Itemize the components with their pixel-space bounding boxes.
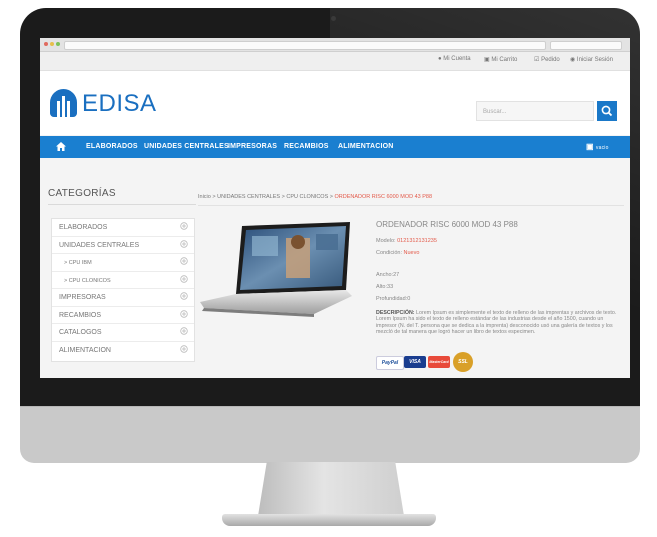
category-list: ELABORADOS UNIDADES CENTRALES > CPU IBM … <box>51 218 195 362</box>
category-label: CATALOGOS <box>59 329 102 336</box>
account-link[interactable]: ● Mi Cuenta <box>438 56 471 62</box>
camera-icon <box>331 16 336 21</box>
category-label: ALIMENTACION <box>59 346 111 354</box>
plus-circle-icon[interactable] <box>180 239 188 248</box>
minimize-window-icon[interactable] <box>50 42 54 46</box>
product-height: Alto:33 <box>376 284 394 290</box>
category-label: > CPU CLONICOS <box>64 277 111 284</box>
plus-circle-icon[interactable] <box>180 274 188 283</box>
breadcrumb-separator: > <box>329 194 333 200</box>
plus-circle-icon[interactable] <box>180 292 188 300</box>
mastercard-badge: MasterCard <box>428 356 450 368</box>
cart-icon: ▣ <box>484 57 490 63</box>
category-label: RECAMBIOS <box>59 311 102 319</box>
nav-unidades-centrales[interactable]: UNIDADES CENTRALES <box>144 143 229 150</box>
nav-impresoras[interactable]: IMPRESORAS <box>228 143 277 150</box>
product-width: Ancho:27 <box>376 272 400 278</box>
model-value: 0121312131235 <box>397 238 437 244</box>
category-item-cpu-ibm[interactable]: > CPU IBM <box>52 254 194 272</box>
plus-circle-icon[interactable] <box>180 327 188 335</box>
product-detail: Inicio > UNIDADES CENTRALES > CPU CLONIC… <box>190 188 626 378</box>
category-label: UNIDADES CENTRALES <box>59 241 140 249</box>
breadcrumb: Inicio > UNIDADES CENTRALES > CPU CLONIC… <box>198 194 432 200</box>
category-item-impresoras[interactable]: IMPRESORAS <box>52 289 194 307</box>
close-window-icon[interactable] <box>44 42 48 46</box>
login-link-label: Iniciar Sesión <box>576 57 613 63</box>
description-label: DESCRIPCIÓN: <box>376 310 415 316</box>
category-item-cpu-clonicos[interactable]: > CPU CLONICOS <box>52 272 194 289</box>
product-description: DESCRIPCIÓN: Lorem Ipsum es simplemente … <box>376 310 624 336</box>
category-item-recambios[interactable]: RECAMBIOS <box>52 307 194 324</box>
divider <box>48 204 196 205</box>
plus-circle-icon[interactable] <box>180 222 188 230</box>
product-title: ORDENADOR RISC 6000 MOD 43 P88 <box>376 220 518 229</box>
breadcrumb-cpu-clonicos[interactable]: CPU CLONICOS <box>286 194 328 200</box>
lock-icon: ◉ <box>570 57 576 63</box>
category-label: > CPU IBM <box>64 260 92 266</box>
plus-circle-icon[interactable] <box>180 257 188 265</box>
order-link-label: Pedido <box>541 57 560 63</box>
cart-link[interactable]: ▣ Mi Carrito <box>484 56 517 63</box>
login-link[interactable]: ◉ Iniciar Sesión <box>570 56 613 63</box>
condition-value: Nuevo <box>403 250 420 256</box>
plus-circle-icon[interactable] <box>180 309 188 318</box>
model-label: Modelo: <box>376 238 396 244</box>
category-item-catalogos[interactable]: CATALOGOS <box>52 324 194 342</box>
product-condition: Condición: Nuevo <box>376 250 419 256</box>
search-input[interactable]: Buscar... <box>476 101 594 121</box>
address-bar[interactable] <box>64 41 546 50</box>
cart-icon: ▣ <box>586 142 594 151</box>
category-item-alimentacion[interactable]: ALIMENTACION <box>52 342 194 360</box>
cart-link-label: Mi Carrito <box>491 57 518 63</box>
breadcrumb-home[interactable]: Inicio <box>198 194 211 200</box>
nav-elaborados[interactable]: ELABORADOS <box>86 143 138 150</box>
plus-circle-icon[interactable] <box>180 344 188 353</box>
nav-recambios[interactable]: RECAMBIOS <box>284 143 329 150</box>
sidebar-title: CATEGORÍAS <box>48 188 116 199</box>
check-icon: ☑ <box>534 57 540 63</box>
nav-alimentacion[interactable]: ALIMENTACION <box>338 143 394 150</box>
paypal-badge: PayPal <box>376 356 404 370</box>
product-model: Modelo: 0121312131235 <box>376 238 437 244</box>
breadcrumb-current: ORDENADOR RISC 6000 MOD 43 P88 <box>334 194 433 200</box>
account-bar: ● Mi Cuenta ▣ Mi Carrito ☑ Pedido ◉ Inic… <box>40 52 630 71</box>
main-nav: ELABORADOS UNIDADES CENTRALES IMPRESORAS… <box>40 136 630 158</box>
monitor-base <box>222 514 436 526</box>
maximize-window-icon[interactable] <box>56 42 60 46</box>
search-button[interactable] <box>597 101 617 121</box>
nav-cart-label: vacio <box>595 145 609 151</box>
category-label: IMPRESORAS <box>59 294 106 301</box>
product-image[interactable] <box>196 220 356 318</box>
breadcrumb-separator: > <box>212 194 216 200</box>
category-label: ELABORADOS <box>59 224 108 231</box>
site-header: EDISA Buscar... <box>40 71 630 135</box>
breadcrumb-unidades-centrales[interactable]: UNIDADES CENTRALES <box>217 194 280 200</box>
logo-icon[interactable] <box>50 89 77 117</box>
home-icon[interactable] <box>56 142 66 151</box>
monitor-chin <box>20 406 640 463</box>
nav-cart[interactable]: ▣ vacio <box>586 142 609 151</box>
user-icon: ● <box>438 56 442 62</box>
order-link[interactable]: ☑ Pedido <box>534 56 560 63</box>
browser-search-bar[interactable] <box>550 41 622 50</box>
condition-label: Condición: <box>376 250 402 256</box>
breadcrumb-separator: > <box>281 194 285 200</box>
logo-text[interactable]: EDISA <box>82 90 157 118</box>
search-icon <box>601 105 613 117</box>
account-link-label: Mi Cuenta <box>443 56 471 62</box>
browser-chrome <box>40 38 630 52</box>
screen: ● Mi Cuenta ▣ Mi Carrito ☑ Pedido ◉ Inic… <box>40 38 630 378</box>
ssl-seal-icon: SSL <box>453 352 473 372</box>
product-depth: Profundidad:0 <box>376 296 411 302</box>
visa-badge: VISA <box>404 356 426 368</box>
category-item-unidades-centrales[interactable]: UNIDADES CENTRALES <box>52 237 194 254</box>
divider <box>198 205 624 206</box>
category-item-elaborados[interactable]: ELABORADOS <box>52 219 194 237</box>
monitor-stand <box>258 462 404 516</box>
